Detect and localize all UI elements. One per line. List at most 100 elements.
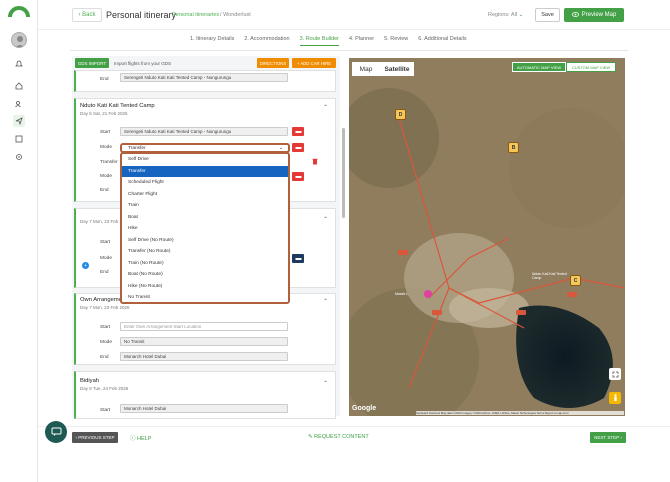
- bell-icon[interactable]: [13, 58, 25, 70]
- tab-map[interactable]: Map: [352, 62, 380, 76]
- dropdown-option[interactable]: Hike (No Route): [122, 281, 288, 293]
- satellite-map[interactable]: [349, 58, 625, 416]
- dropdown-option[interactable]: Hike: [122, 223, 288, 235]
- dropdown-option[interactable]: Boat (No Route): [122, 269, 288, 281]
- avatar[interactable]: [11, 32, 27, 48]
- car-icon[interactable]: [292, 172, 304, 181]
- car-icon[interactable]: [292, 143, 304, 152]
- end-field[interactable]: Monarch Hotel Dubai: [120, 352, 288, 361]
- tab-satellite[interactable]: Satellite: [380, 62, 414, 76]
- left-sidebar: [0, 0, 38, 482]
- end-label: End: [100, 77, 109, 82]
- mode-label: Mode: [100, 174, 112, 179]
- fullscreen-icon[interactable]: [609, 368, 621, 380]
- pegman-icon[interactable]: [609, 392, 621, 404]
- app-logo[interactable]: [8, 4, 30, 18]
- car-icon: [398, 250, 408, 255]
- gear-icon[interactable]: [13, 151, 25, 163]
- image-icon[interactable]: [13, 133, 25, 145]
- dropdown-option[interactable]: Train: [122, 200, 288, 212]
- add-car-hire-button[interactable]: + ADD CAR HIRE: [292, 58, 336, 68]
- step-tabs: 1. Itinerary Details 2. Accommodation 3.…: [190, 36, 467, 46]
- end-label: End: [100, 355, 109, 360]
- gds-import-button[interactable]: GDS IMPORT: [75, 58, 109, 68]
- start-label: Start: [100, 325, 111, 330]
- back-button[interactable]: ‹ Back: [72, 8, 102, 22]
- tab-route-builder[interactable]: 3. Route Builder: [299, 36, 340, 46]
- chevron-up-icon[interactable]: ⌃: [323, 380, 328, 387]
- users-icon[interactable]: [13, 98, 25, 110]
- dropdown-option[interactable]: No Transit: [122, 292, 288, 302]
- end-field[interactable]: Serengeti Nduto Kati Kati Tented Camp - …: [120, 73, 288, 82]
- car-icon[interactable]: [292, 127, 304, 136]
- car-icon: [432, 310, 442, 315]
- end-label: End: [100, 188, 109, 193]
- leg-title: Bidiyah: [80, 378, 100, 384]
- preview-map-button[interactable]: Preview Map: [564, 8, 624, 22]
- mode-label: Mode: [100, 145, 112, 150]
- request-content-button[interactable]: ✎ REQUEST CONTENT: [308, 434, 369, 440]
- car-icon[interactable]: [292, 254, 304, 263]
- trash-icon[interactable]: [312, 158, 318, 165]
- send-icon[interactable]: [13, 115, 25, 127]
- transfer-label: Transfer: [100, 160, 118, 165]
- regions-filter[interactable]: Regions: All ⌄: [488, 12, 523, 18]
- dropdown-option-selected[interactable]: Transfer: [122, 165, 288, 177]
- tab-review[interactable]: 5. Review: [384, 36, 408, 46]
- map-attribution: Keyboard shortcuts Map data ©2024 Imager…: [416, 411, 624, 415]
- dropdown-option[interactable]: Train (No Route): [122, 258, 288, 270]
- add-icon[interactable]: +: [82, 262, 89, 269]
- tab-accommodation[interactable]: 2. Accommodation: [244, 36, 289, 46]
- chevron-down-icon: ⌄: [278, 145, 283, 151]
- map-marker[interactable]: D: [395, 109, 406, 120]
- leg-date: Day 8 Tue, 24 Feb 2026: [80, 386, 129, 391]
- chevron-up-icon[interactable]: ⌃: [323, 216, 328, 223]
- mode-field[interactable]: No Transit: [120, 337, 288, 346]
- chat-button[interactable]: [45, 421, 67, 443]
- map-place-label: Ndutu Kati Kati Tented Camp: [532, 272, 567, 280]
- map-pin[interactable]: [424, 290, 432, 298]
- previous-step-button[interactable]: ‹ PREVIOUS STEP: [72, 432, 118, 443]
- dropdown-option[interactable]: Boat: [122, 212, 288, 224]
- start-label: Start: [100, 130, 111, 135]
- chevron-up-icon[interactable]: ⌃: [323, 104, 328, 111]
- start-field[interactable]: Monarch Hotel Dubai: [120, 404, 288, 413]
- chevron-down-icon: ⌄: [518, 12, 524, 18]
- tab-planner[interactable]: 4. Planner: [349, 36, 374, 46]
- mode-dropdown-list: Self Drive Transfer Scheduled Flight Cha…: [120, 152, 290, 304]
- help-button[interactable]: ⓘ HELP: [130, 434, 151, 442]
- start-field[interactable]: Enter Own Arrangement Start Location: [120, 322, 288, 331]
- directions-button[interactable]: DIRECTIONS: [257, 58, 289, 68]
- automatic-map-view-button[interactable]: AUTOMATIC MAP VIEW: [512, 62, 566, 72]
- next-step-button[interactable]: NEXT STEP ›: [590, 432, 626, 443]
- custom-map-view-button[interactable]: CUSTOM MAP VIEW: [566, 62, 616, 72]
- dropdown-option[interactable]: Self Drive (No Route): [122, 235, 288, 247]
- home-icon[interactable]: [13, 80, 25, 92]
- breadcrumb-current: / Wonderlust: [220, 12, 251, 18]
- dropdown-option[interactable]: Self Drive: [122, 154, 288, 166]
- leg-date: Day 7 Mon, 23 Feb 2026: [80, 305, 130, 310]
- tab-itinerary-details[interactable]: 1. Itinerary Details: [190, 36, 234, 46]
- page-title: Personal itinerary: [106, 10, 177, 20]
- car-icon: [567, 292, 577, 297]
- save-button[interactable]: Save: [535, 8, 560, 22]
- leg-date: Day 5 Sat, 21 Feb 2026: [80, 111, 128, 116]
- chevron-right-icon: ›: [619, 435, 622, 440]
- dropdown-option[interactable]: Scheduled Flight: [122, 177, 288, 189]
- dropdown-option[interactable]: Transfer (No Route): [122, 246, 288, 258]
- scrollbar[interactable]: [342, 128, 345, 218]
- end-label: End: [100, 270, 109, 275]
- google-logo: Google: [352, 405, 377, 412]
- mode-label: Mode: [100, 256, 112, 261]
- mode-label: Mode: [100, 340, 112, 345]
- help-icon: ⓘ: [130, 436, 138, 442]
- chevron-up-icon[interactable]: ⌃: [323, 298, 328, 305]
- map-marker[interactable]: B: [508, 142, 519, 153]
- breadcrumb-personal-itineraries[interactable]: Personal itineraries: [172, 12, 219, 18]
- dropdown-option[interactable]: Charter Flight: [122, 189, 288, 201]
- tab-additional-details[interactable]: 6. Additional Details: [418, 36, 466, 46]
- gds-import-text: Import flights from your GDS: [114, 61, 172, 66]
- leg-title: Nduto Kati Kati Tented Camp: [80, 103, 155, 109]
- eye-icon: [571, 11, 579, 19]
- start-field[interactable]: Serengeti Nduto Kati Kati Tented Camp - …: [120, 127, 288, 136]
